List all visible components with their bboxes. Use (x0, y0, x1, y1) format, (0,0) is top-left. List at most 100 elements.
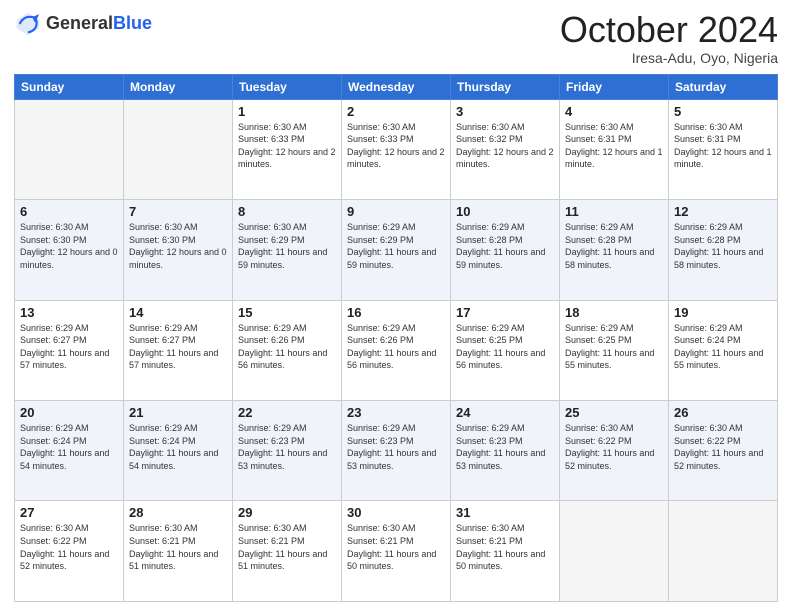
day-info: Sunrise: 6:29 AM Sunset: 6:24 PM Dayligh… (674, 322, 772, 372)
logo-general: General (46, 13, 113, 33)
day-info: Sunrise: 6:29 AM Sunset: 6:23 PM Dayligh… (456, 422, 554, 472)
calendar-cell: 9Sunrise: 6:29 AM Sunset: 6:29 PM Daylig… (342, 200, 451, 300)
day-number: 18 (565, 305, 663, 320)
calendar-cell: 11 Sunrise: 6:29 AM Sunset: 6:28 PM Dayli… (560, 200, 669, 300)
calendar-header-row: SundayMondayTuesdayWednesdayThursdayFrid… (15, 74, 778, 99)
calendar-cell: 8 Sunrise: 6:30 AM Sunset: 6:29 PM Daylig… (233, 200, 342, 300)
day-info: Sunrise: 6:30 AM Sunset: 6:33 PM Dayligh… (238, 121, 336, 171)
day-info: Sunrise: 6:29 AM Sunset: 6:27 PM Dayligh… (20, 322, 118, 372)
calendar-cell: 15 Sunrise: 6:29 AM Sunset: 6:26 PM Dayli… (233, 300, 342, 400)
day-info: Sunrise: 6:30 AM Sunset: 6:22 PM Dayligh… (674, 422, 772, 472)
day-info: Sunrise: 6:30 AM Sunset: 6:30 PM Dayligh… (129, 221, 227, 271)
day-info: Sunrise: 6:30 AM Sunset: 6:29 PM Dayligh… (238, 221, 336, 271)
logo: GeneralBlue (14, 10, 152, 38)
calendar-cell: 29 Sunrise: 6:30 AM Sunset: 6:21 PM Dayli… (233, 501, 342, 602)
day-info: Sunrise: 6:30 AM Sunset: 6:31 PM Dayligh… (565, 121, 663, 171)
day-info: Sunrise: 6:29 AM Sunset: 6:24 PM Dayligh… (129, 422, 227, 472)
day-number: 8 (238, 204, 336, 219)
calendar-cell (560, 501, 669, 602)
calendar-week-row: 6 Sunrise: 6:30 AM Sunset: 6:30 PM Daylig… (15, 200, 778, 300)
day-number: 17 (456, 305, 554, 320)
calendar-cell: 6 Sunrise: 6:30 AM Sunset: 6:30 PM Daylig… (15, 200, 124, 300)
calendar-cell: 23 Sunrise: 6:29 AM Sunset: 6:23 PM Dayli… (342, 401, 451, 501)
day-info: Sunrise: 6:29 AM Sunset: 6:26 PM Dayligh… (347, 322, 445, 372)
day-number: 4 (565, 104, 663, 119)
day-info: Sunrise: 6:30 AM Sunset: 6:21 PM Dayligh… (129, 522, 227, 572)
day-info: Sunrise: 6:30 AM Sunset: 6:22 PM Dayligh… (20, 522, 118, 572)
calendar-cell: 12 Sunrise: 6:29 AM Sunset: 6:28 PM Dayli… (669, 200, 778, 300)
day-number: 6 (20, 204, 118, 219)
calendar-cell: 16 Sunrise: 6:29 AM Sunset: 6:26 PM Dayli… (342, 300, 451, 400)
day-number: 5 (674, 104, 772, 119)
calendar-cell: 13 Sunrise: 6:29 AM Sunset: 6:27 PM Dayli… (15, 300, 124, 400)
day-number: 22 (238, 405, 336, 420)
calendar-week-row: 1 Sunrise: 6:30 AM Sunset: 6:33 PM Daylig… (15, 99, 778, 199)
calendar-cell: 24Sunrise: 6:29 AM Sunset: 6:23 PM Dayli… (451, 401, 560, 501)
day-number: 15 (238, 305, 336, 320)
calendar-header-saturday: Saturday (669, 74, 778, 99)
calendar-header-friday: Friday (560, 74, 669, 99)
day-info: Sunrise: 6:29 AM Sunset: 6:24 PM Dayligh… (20, 422, 118, 472)
calendar-cell: 18 Sunrise: 6:29 AM Sunset: 6:25 PM Dayli… (560, 300, 669, 400)
day-info: Sunrise: 6:30 AM Sunset: 6:21 PM Dayligh… (238, 522, 336, 572)
calendar-cell: 27 Sunrise: 6:30 AM Sunset: 6:22 PM Dayli… (15, 501, 124, 602)
calendar-cell: 10 Sunrise: 6:29 AM Sunset: 6:28 PM Dayli… (451, 200, 560, 300)
day-number: 21 (129, 405, 227, 420)
day-number: 10 (456, 204, 554, 219)
day-info: Sunrise: 6:29 AM Sunset: 6:27 PM Dayligh… (129, 322, 227, 372)
day-number: 23 (347, 405, 445, 420)
calendar-cell: 14 Sunrise: 6:29 AM Sunset: 6:27 PM Dayli… (124, 300, 233, 400)
calendar-header-sunday: Sunday (15, 74, 124, 99)
day-number: 11 (565, 204, 663, 219)
day-info: Sunrise: 6:29 AM Sunset: 6:23 PM Dayligh… (238, 422, 336, 472)
day-info: Sunrise: 6:29 AM Sunset: 6:28 PM Dayligh… (456, 221, 554, 271)
day-number: 28 (129, 505, 227, 520)
day-number: 27 (20, 505, 118, 520)
calendar-cell: 25Sunrise: 6:30 AM Sunset: 6:22 PM Dayli… (560, 401, 669, 501)
location: Iresa-Adu, Oyo, Nigeria (560, 50, 778, 66)
day-info: Sunrise: 6:29 AM Sunset: 6:29 PM Dayligh… (347, 221, 445, 271)
day-info: Sunrise: 6:30 AM Sunset: 6:31 PM Dayligh… (674, 121, 772, 171)
day-info: Sunrise: 6:29 AM Sunset: 6:26 PM Dayligh… (238, 322, 336, 372)
day-number: 2 (347, 104, 445, 119)
day-info: Sunrise: 6:30 AM Sunset: 6:32 PM Dayligh… (456, 121, 554, 171)
day-info: Sunrise: 6:30 AM Sunset: 6:33 PM Dayligh… (347, 121, 445, 171)
calendar-week-row: 13 Sunrise: 6:29 AM Sunset: 6:27 PM Dayli… (15, 300, 778, 400)
calendar-cell: 22 Sunrise: 6:29 AM Sunset: 6:23 PM Dayli… (233, 401, 342, 501)
calendar-cell: 5 Sunrise: 6:30 AM Sunset: 6:31 PM Daylig… (669, 99, 778, 199)
logo-text: GeneralBlue (46, 14, 152, 34)
day-number: 29 (238, 505, 336, 520)
day-info: Sunrise: 6:29 AM Sunset: 6:23 PM Dayligh… (347, 422, 445, 472)
day-number: 3 (456, 104, 554, 119)
day-info: Sunrise: 6:29 AM Sunset: 6:28 PM Dayligh… (565, 221, 663, 271)
logo-icon (14, 10, 42, 38)
calendar-cell (124, 99, 233, 199)
day-number: 16 (347, 305, 445, 320)
day-number: 7 (129, 204, 227, 219)
day-info: Sunrise: 6:29 AM Sunset: 6:25 PM Dayligh… (565, 322, 663, 372)
calendar-cell: 2 Sunrise: 6:30 AM Sunset: 6:33 PM Daylig… (342, 99, 451, 199)
day-info: Sunrise: 6:29 AM Sunset: 6:28 PM Dayligh… (674, 221, 772, 271)
calendar-cell: 26Sunrise: 6:30 AM Sunset: 6:22 PM Dayli… (669, 401, 778, 501)
day-number: 19 (674, 305, 772, 320)
calendar-table: SundayMondayTuesdayWednesdayThursdayFrid… (14, 74, 778, 602)
day-number: 12 (674, 204, 772, 219)
calendar-cell (15, 99, 124, 199)
calendar-header-monday: Monday (124, 74, 233, 99)
day-info: Sunrise: 6:30 AM Sunset: 6:30 PM Dayligh… (20, 221, 118, 271)
calendar-cell: 7 Sunrise: 6:30 AM Sunset: 6:30 PM Daylig… (124, 200, 233, 300)
calendar-cell: 30Sunrise: 6:30 AM Sunset: 6:21 PM Dayli… (342, 501, 451, 602)
calendar-cell (669, 501, 778, 602)
day-info: Sunrise: 6:30 AM Sunset: 6:21 PM Dayligh… (456, 522, 554, 572)
calendar-cell: 28 Sunrise: 6:30 AM Sunset: 6:21 PM Dayli… (124, 501, 233, 602)
day-number: 31 (456, 505, 554, 520)
calendar-header-wednesday: Wednesday (342, 74, 451, 99)
calendar-cell: 3 Sunrise: 6:30 AM Sunset: 6:32 PM Daylig… (451, 99, 560, 199)
day-number: 25 (565, 405, 663, 420)
page: GeneralBlue October 2024 Iresa-Adu, Oyo,… (0, 0, 792, 612)
day-number: 14 (129, 305, 227, 320)
day-number: 13 (20, 305, 118, 320)
calendar-cell: 19 Sunrise: 6:29 AM Sunset: 6:24 PM Dayli… (669, 300, 778, 400)
calendar-cell: 4 Sunrise: 6:30 AM Sunset: 6:31 PM Daylig… (560, 99, 669, 199)
day-number: 1 (238, 104, 336, 119)
